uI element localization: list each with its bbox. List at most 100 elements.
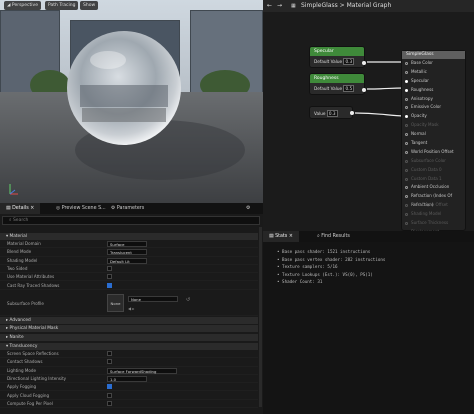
input-pin-icon[interactable] <box>405 150 408 154</box>
section-nanite[interactable]: ▸ Nanite <box>0 334 258 341</box>
tab-parameters[interactable]: ⚙ Parameters <box>105 203 150 214</box>
details-tab-bar: ▤ Details × ◎ Preview Scene S... ⚙ Param… <box>0 203 263 214</box>
material-preview-viewport[interactable]: ◢ Perspective Path Tracing Show <box>0 0 263 203</box>
material-input-row[interactable]: Metallic <box>402 68 465 77</box>
subsurface-profile-dropdown[interactable]: None <box>128 296 178 302</box>
material-input-row[interactable]: Opacity <box>402 112 465 121</box>
details-panel: ▤ Details × ◎ Preview Scene S... ⚙ Param… <box>0 203 263 414</box>
material-input-row[interactable]: Shading Model <box>402 210 465 219</box>
viewport-button[interactable]: Path Tracing <box>45 1 79 10</box>
tab-stats[interactable]: ▤ Stats × <box>263 231 299 242</box>
blend-mode-dropdown[interactable]: Translucent <box>107 249 147 256</box>
reset-arrow-icon[interactable]: ↺ <box>186 296 190 304</box>
prop-contact-shadows: Contact Shadows <box>0 358 258 367</box>
close-icon[interactable]: × <box>30 206 34 211</box>
prop-material-domain: Material Domain Surface <box>0 240 258 249</box>
material-input-row[interactable]: Subsurface Color <box>402 157 465 166</box>
input-pin-icon[interactable] <box>405 213 408 217</box>
compute-fog-per-pixel-checkbox[interactable] <box>107 400 112 406</box>
input-pin-icon[interactable] <box>405 195 408 199</box>
two-sided-checkbox[interactable] <box>107 265 112 271</box>
stats-line: • Texture Lookups (Est.): VS(0), PS(1) <box>277 271 373 277</box>
input-pin-icon[interactable] <box>405 106 408 110</box>
tab-preview-scene[interactable]: ◎ Preview Scene S... <box>50 203 112 214</box>
prop-compute-fog-per-pixel: Compute Fog Per Pixel <box>0 400 258 409</box>
node-value-input[interactable]: 0.3 <box>343 58 355 65</box>
apply-fogging-checkbox[interactable] <box>107 384 112 390</box>
material-input-row[interactable]: Pixel Depth Offset <box>402 201 465 210</box>
material-input-row[interactable]: World Position Offset <box>402 148 465 157</box>
input-pin-icon[interactable] <box>405 124 408 128</box>
material-input-row[interactable]: Anisotropy <box>402 95 465 104</box>
input-pin-icon[interactable] <box>405 159 408 163</box>
details-search-input[interactable]: ⌕ Search <box>2 216 260 225</box>
axis-gizmo-icon <box>9 184 18 195</box>
material-input-row[interactable]: Tangent <box>402 139 465 148</box>
input-pin-icon[interactable] <box>405 88 408 92</box>
tab-details[interactable]: ▤ Details × <box>0 203 41 214</box>
section-physical-material-mask[interactable]: ▸ Physical Material Mask <box>0 325 258 332</box>
output-pin[interactable] <box>350 111 354 115</box>
input-pin-icon[interactable] <box>405 186 408 190</box>
material-input-row[interactable]: Ambient Occlusion <box>402 183 465 192</box>
node-value-input[interactable]: 0.3 <box>326 110 338 117</box>
node-value-row: Default Value 0.5 <box>314 85 355 92</box>
material-input-row[interactable]: Specular <box>402 77 465 86</box>
input-pin-icon[interactable] <box>405 79 408 83</box>
lighting-mode-dropdown[interactable]: Surface ForwardShading <box>107 367 177 374</box>
material-input-row[interactable]: Roughness <box>402 86 465 95</box>
apply-cloud-fogging-checkbox[interactable] <box>107 392 112 398</box>
prop-two-sided: Two Sided <box>0 265 258 274</box>
constant-node[interactable]: Value 0.3 <box>309 106 354 119</box>
input-pin-icon[interactable] <box>405 70 408 74</box>
browse-icon[interactable]: ◀ ▸ <box>128 305 134 313</box>
close-icon[interactable]: × <box>289 234 293 239</box>
details-scrollbar[interactable] <box>259 227 262 407</box>
scalar-parameter-node-roughness[interactable]: Roughness Default Value 0.5 <box>309 73 366 95</box>
viewport-button[interactable]: ◢ Perspective <box>4 1 41 10</box>
section-translucency[interactable]: ▾ Translucency <box>0 343 258 350</box>
prop-directional-lighting-intensity: Directional Lighting Intensity 1.0 <box>0 375 258 384</box>
input-pin-icon[interactable] <box>405 115 408 119</box>
subsurface-profile-thumbnail[interactable]: None <box>107 294 124 312</box>
settings-gear-icon[interactable]: ⚙ <box>246 203 250 214</box>
material-input-row[interactable]: Custom Data 1 <box>402 175 465 184</box>
section-material[interactable]: ▾ Material <box>0 233 258 240</box>
input-pin-icon[interactable] <box>405 142 408 146</box>
material-input-row[interactable]: Opacity Mask <box>402 121 465 130</box>
contact-shadows-checkbox[interactable] <box>107 359 112 365</box>
material-input-row[interactable]: Surface Thickness <box>402 219 465 228</box>
scalar-parameter-node-specular[interactable]: Specular Default Value 0.3 <box>309 46 366 68</box>
node-value-input[interactable]: 0.5 <box>343 85 355 92</box>
glass-sphere <box>67 31 245 180</box>
input-pin-icon[interactable] <box>405 177 408 181</box>
node-value-row: Value 0.3 <box>314 110 338 117</box>
node-title: Specular <box>310 47 364 56</box>
material-input-row[interactable]: Base Color <box>402 59 465 68</box>
viewport-button[interactable]: Show <box>80 1 99 10</box>
material-input-row[interactable]: Custom Data 0 <box>402 166 465 175</box>
input-pin-icon[interactable] <box>405 97 408 101</box>
tab-find-results[interactable]: ⌕ Find Results <box>311 231 356 242</box>
output-pin[interactable] <box>362 88 366 92</box>
use-material-attributes-checkbox[interactable] <box>107 274 112 280</box>
output-pin[interactable] <box>362 61 366 65</box>
shading-model-dropdown[interactable]: Default Lit <box>107 257 147 264</box>
cast-ray-traced-shadows-checkbox[interactable] <box>107 282 112 288</box>
material-domain-dropdown[interactable]: Surface <box>107 241 147 247</box>
input-pin-icon[interactable] <box>405 204 408 208</box>
screen-space-reflections-checkbox[interactable] <box>107 351 112 356</box>
input-pin-icon[interactable] <box>405 222 408 226</box>
input-pin-icon[interactable] <box>405 133 408 137</box>
input-pin-icon[interactable] <box>405 62 408 65</box>
material-input-row[interactable]: Emissive Color <box>402 103 465 112</box>
prop-apply-fogging: Apply Fogging <box>0 383 258 392</box>
section-advanced[interactable]: ▸ Advanced <box>0 317 258 324</box>
material-result-node[interactable]: SimpleGlass Base Color Metallic Specular Ro… <box>401 50 466 234</box>
prop-screen-space-reflections: Screen Space Reflections <box>0 350 258 359</box>
material-input-row[interactable]: Normal <box>402 130 465 139</box>
material-input-row[interactable]: Refraction (Index Of Refraction) <box>402 192 465 207</box>
stats-line: • Base pass vertex shader: 282 instructi… <box>277 256 386 262</box>
input-pin-icon[interactable] <box>405 168 408 172</box>
directional-lighting-intensity-input[interactable]: 1.0 <box>107 375 147 382</box>
